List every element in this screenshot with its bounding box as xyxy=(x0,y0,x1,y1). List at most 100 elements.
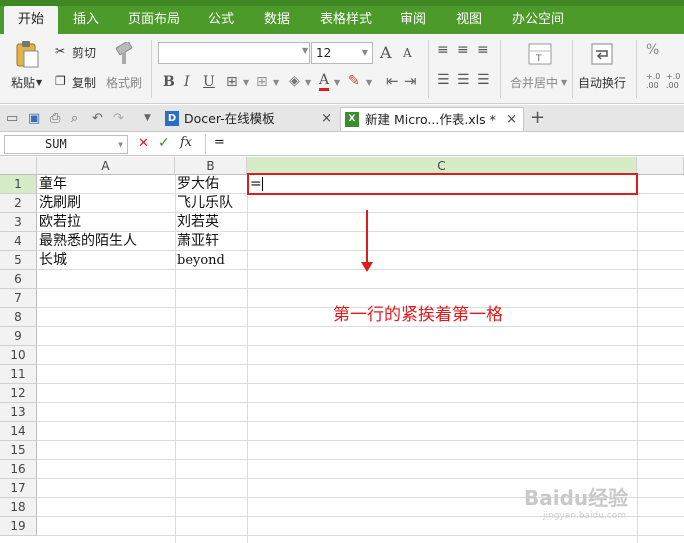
decrease-decimal-icon[interactable]: +.0.00 xyxy=(666,72,680,90)
font-color-dropdown-icon[interactable]: ▼ xyxy=(334,78,340,87)
close-tab-icon[interactable]: × xyxy=(506,108,517,132)
quick-access-dropdown-icon[interactable]: ▼ xyxy=(144,113,151,123)
cut-button[interactable]: 剪切 xyxy=(72,44,96,61)
row-header-10[interactable]: 10 xyxy=(0,346,37,365)
indent-icon[interactable]: ⇤ xyxy=(386,72,399,90)
border-icon[interactable]: ⊞ xyxy=(226,74,238,90)
bold-button[interactable]: B xyxy=(163,74,175,90)
align-bottom-icon[interactable]: ≡ xyxy=(477,42,489,58)
paste-icon[interactable] xyxy=(14,40,40,70)
font-color-icon[interactable]: A xyxy=(319,72,330,91)
row-header-7[interactable]: 7 xyxy=(0,289,37,308)
cell-a3[interactable]: 欧若拉 xyxy=(37,213,81,232)
menu-data[interactable]: 数据 xyxy=(264,6,290,34)
menu-table-style[interactable]: 表格样式 xyxy=(320,6,372,34)
print-preview-icon[interactable]: ⌕ xyxy=(71,111,78,126)
open-folder-icon[interactable]: ▭ xyxy=(6,111,18,126)
menu-insert[interactable]: 插入 xyxy=(73,6,99,34)
save-icon[interactable]: ▣ xyxy=(28,111,40,126)
tab-spreadsheet[interactable]: X 新建 Micro...作表.xls * × xyxy=(340,107,524,131)
row-header-18[interactable]: 18 xyxy=(0,498,37,517)
align-top-icon[interactable]: ≡ xyxy=(437,42,449,58)
cell-b5[interactable]: beyond xyxy=(175,251,225,270)
italic-button[interactable]: I xyxy=(184,74,190,90)
close-tab-icon[interactable]: × xyxy=(321,107,332,131)
name-box[interactable]: SUM ▼ xyxy=(4,135,128,154)
column-header-d[interactable] xyxy=(637,157,684,175)
row-header-19[interactable]: 19 xyxy=(0,517,37,536)
font-name-select[interactable] xyxy=(158,42,310,64)
formula-input[interactable]: = xyxy=(214,135,674,154)
cell-a2[interactable]: 洗刷刷 xyxy=(37,194,81,213)
fill-color-dropdown-icon[interactable]: ▼ xyxy=(305,78,311,87)
cell-b1[interactable]: 罗大佑 xyxy=(175,175,219,194)
row-header-16[interactable]: 16 xyxy=(0,460,37,479)
align-left-icon[interactable]: ☰ xyxy=(437,72,450,88)
font-size-select[interactable]: 12 ▼ xyxy=(311,42,373,64)
fill-color-icon[interactable]: ◈ xyxy=(289,73,300,89)
cell-b2[interactable]: 飞儿乐队 xyxy=(175,194,233,213)
menu-home[interactable]: 开始 xyxy=(4,6,59,34)
row-header-9[interactable]: 9 xyxy=(0,327,37,346)
new-tab-button[interactable]: + xyxy=(530,107,545,128)
paste-dropdown-icon[interactable]: ▼ xyxy=(36,78,42,87)
row-header-14[interactable]: 14 xyxy=(0,422,37,441)
row-header-2[interactable]: 2 xyxy=(0,194,37,213)
cell-a1[interactable]: 童年 xyxy=(37,175,67,194)
menu-office-space[interactable]: 办公空间 xyxy=(512,6,564,34)
font-shrink-button[interactable]: A xyxy=(403,46,412,60)
cell-style-icon[interactable]: ⊞ xyxy=(256,74,268,90)
wrap-text-icon[interactable] xyxy=(590,42,614,66)
merge-center-button[interactable]: 合并居中 xyxy=(510,74,558,91)
menu-page-layout[interactable]: 页面布局 xyxy=(128,6,180,34)
merge-dropdown-icon[interactable]: ▼ xyxy=(561,78,567,87)
menu-review[interactable]: 审阅 xyxy=(400,6,426,34)
menu-view[interactable]: 视图 xyxy=(456,6,482,34)
font-grow-button[interactable]: A xyxy=(380,43,392,62)
merge-center-icon[interactable]: T xyxy=(528,42,552,66)
redo-icon[interactable]: ↷ xyxy=(113,111,124,126)
column-header-b[interactable]: B xyxy=(175,157,247,175)
format-painter-icon[interactable] xyxy=(113,42,137,68)
confirm-formula-icon[interactable]: ✓ xyxy=(158,135,170,151)
align-middle-icon[interactable]: ≡ xyxy=(457,42,469,58)
clear-format-dropdown-icon[interactable]: ▼ xyxy=(366,78,372,87)
row-header-8[interactable]: 8 xyxy=(0,308,37,327)
menu-formulas[interactable]: 公式 xyxy=(208,6,234,34)
row-header-17[interactable]: 17 xyxy=(0,479,37,498)
cell-b3[interactable]: 刘若英 xyxy=(175,213,219,232)
insert-function-icon[interactable]: fx xyxy=(180,135,192,150)
cell-b4[interactable]: 萧亚轩 xyxy=(175,232,219,251)
row-header-1[interactable]: 1 xyxy=(0,175,37,194)
row-header-13[interactable]: 13 xyxy=(0,403,37,422)
wrap-text-button[interactable]: 自动换行 xyxy=(578,74,626,91)
cancel-formula-icon[interactable]: ✕ xyxy=(138,136,149,151)
select-all-corner[interactable] xyxy=(0,157,37,175)
row-header-4[interactable]: 4 xyxy=(0,232,37,251)
underline-button[interactable]: U xyxy=(203,74,215,90)
row-header-3[interactable]: 3 xyxy=(0,213,37,232)
clear-format-icon[interactable]: ✎ xyxy=(348,73,360,89)
border-dropdown-icon[interactable]: ▼ xyxy=(243,78,249,87)
cell-a5[interactable]: 长城 xyxy=(37,251,67,270)
row-header-11[interactable]: 11 xyxy=(0,365,37,384)
increase-decimal-icon[interactable]: +.0.00 xyxy=(646,72,660,90)
row-header-5[interactable]: 5 xyxy=(0,251,37,270)
copy-button[interactable]: 复制 xyxy=(72,74,96,91)
row-header-6[interactable]: 6 xyxy=(0,270,37,289)
tab-docer-templates[interactable]: D Docer-在线模板 × xyxy=(160,107,338,131)
row-header-12[interactable]: 12 xyxy=(0,384,37,403)
align-center-icon[interactable]: ☰ xyxy=(457,72,470,88)
undo-icon[interactable]: ↶ xyxy=(92,111,103,126)
cell-a4[interactable]: 最熟悉的陌生人 xyxy=(37,232,137,251)
cell-style-dropdown-icon[interactable]: ▼ xyxy=(273,78,279,87)
font-name-dropdown-icon[interactable]: ▼ xyxy=(302,46,308,55)
column-header-a[interactable]: A xyxy=(37,157,175,175)
row-header-15[interactable]: 15 xyxy=(0,441,37,460)
paste-button[interactable]: 粘贴 xyxy=(11,74,35,91)
print-icon[interactable]: ⎙ xyxy=(50,111,60,126)
format-painter-button[interactable]: 格式刷 xyxy=(106,74,142,91)
percent-icon[interactable]: % xyxy=(646,42,659,58)
align-right-icon[interactable]: ☰ xyxy=(477,72,490,88)
outdent-icon[interactable]: ⇥ xyxy=(404,72,417,90)
